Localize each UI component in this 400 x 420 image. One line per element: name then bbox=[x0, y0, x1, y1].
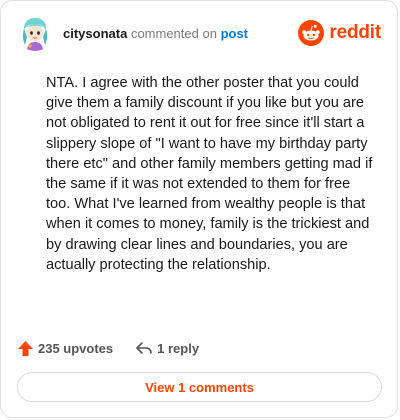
action-text: commented on bbox=[130, 26, 217, 41]
upvote-arrow-icon bbox=[18, 340, 33, 356]
reply-button[interactable]: 1 reply bbox=[135, 340, 199, 356]
reply-count: 1 reply bbox=[157, 340, 200, 356]
user-avatar[interactable] bbox=[17, 15, 53, 51]
view-comments-button[interactable]: View 1 comments bbox=[17, 372, 382, 402]
reply-arrow-icon bbox=[136, 342, 152, 354]
avatar-icon bbox=[17, 15, 53, 51]
comment-byline: citysonata commented on post bbox=[63, 26, 248, 41]
brand-wordmark: reddit bbox=[329, 22, 381, 43]
post-link[interactable]: post bbox=[221, 26, 248, 41]
comment-card: citysonata commented on post reddit NTA.… bbox=[0, 0, 398, 418]
reddit-logo-icon bbox=[298, 20, 325, 46]
comment-actions: 235 upvotes 1 reply bbox=[17, 338, 199, 358]
comment-header: citysonata commented on post reddit bbox=[17, 15, 381, 55]
comment-body: NTA. I agree with the other poster that … bbox=[46, 75, 373, 273]
upvote-button[interactable]: 235 upvotes bbox=[17, 340, 113, 357]
reddit-brand[interactable]: reddit bbox=[298, 19, 381, 47]
upvote-count: 235 upvotes bbox=[38, 340, 114, 356]
username-link[interactable]: citysonata bbox=[63, 26, 127, 41]
